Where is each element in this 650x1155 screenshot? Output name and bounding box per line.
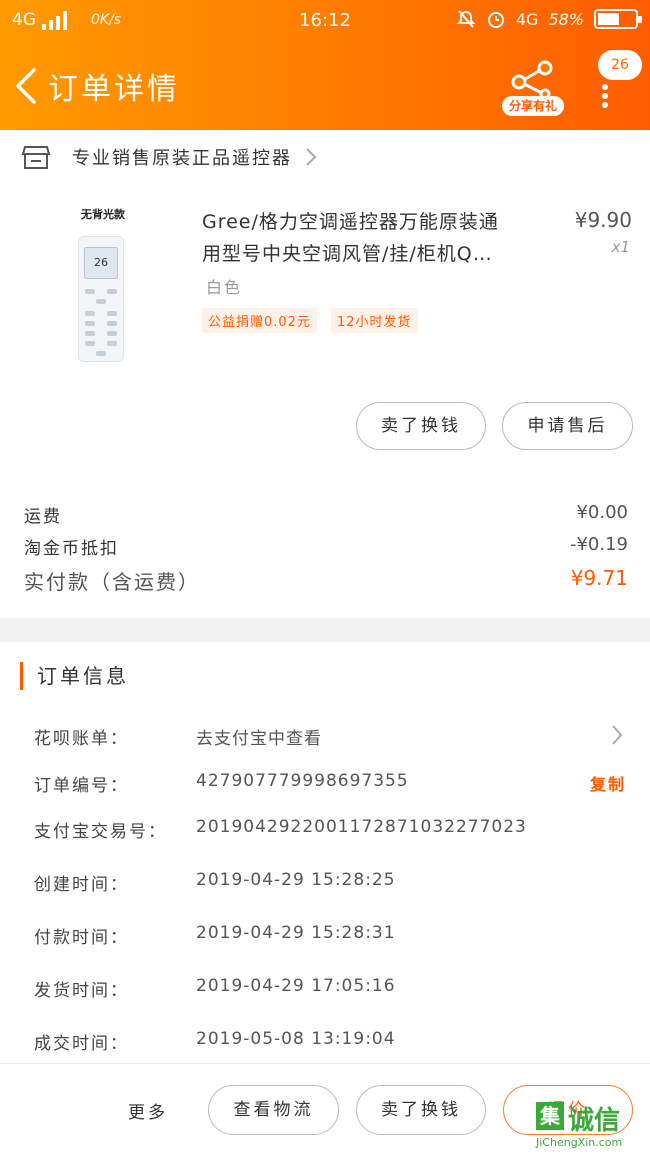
- share-button[interactable]: 分享有礼: [502, 60, 564, 116]
- more-button[interactable]: 更多: [128, 1098, 168, 1123]
- total-label: 实付款（含运费）: [24, 570, 200, 594]
- info-value: 2019-05-08 13:19:04: [196, 1029, 396, 1049]
- more-menu-icon[interactable]: [598, 84, 612, 110]
- product-title-line2: 用型号中央空调风管/挂/柜机Q…: [202, 243, 493, 265]
- product-card[interactable]: 无背光款 26 Gree/格力空调遥控器万能原装通 用型号中央空调风管/挂/柜机…: [0, 190, 650, 390]
- share-icon: [511, 60, 553, 100]
- resell-bottom-button[interactable]: 卖了换钱: [356, 1085, 486, 1135]
- info-value: 2019042922001172871032277023: [196, 817, 527, 837]
- product-image-caption: 无背光款: [81, 208, 125, 221]
- info-label: 发货时间：: [34, 981, 129, 1001]
- shipping-tag: 12小时发货: [330, 308, 418, 333]
- shop-row[interactable]: 专业销售原装正品遥控器: [0, 130, 650, 184]
- copy-button[interactable]: 复制: [590, 771, 626, 795]
- shipped-time-row: 发货时间： 2019-04-29 17:05:16: [0, 976, 650, 1006]
- watermark-url: JiChengXin.com: [536, 1136, 623, 1149]
- total-value: ¥9.71: [570, 566, 628, 590]
- paid-time-row: 付款时间： 2019-04-29 15:28:31: [0, 923, 650, 953]
- product-quantity: x1: [611, 238, 630, 256]
- chevron-right-icon: [306, 148, 317, 166]
- product-tags: 公益捐赠0.02元 12小时发货: [202, 308, 418, 333]
- page-title: 订单详情: [48, 72, 180, 107]
- info-label: 支付宝交易号：: [34, 822, 167, 842]
- after-sales-button[interactable]: 申请售后: [502, 402, 633, 450]
- message-badge[interactable]: 26: [598, 50, 642, 80]
- shop-name: 专业销售原装正品遥控器: [72, 148, 292, 169]
- remote-control-image: 26: [78, 236, 124, 362]
- product-actions: 卖了换钱 申请售后: [0, 402, 650, 452]
- status-bar: 4G 0K/s 16:12 4G 58%: [0, 0, 650, 42]
- alarm-icon: [487, 12, 504, 28]
- info-label: 成交时间：: [34, 1034, 129, 1054]
- share-label: 分享有礼: [502, 96, 564, 116]
- alipay-trade-row: 支付宝交易号： 2019042922001172871032277023: [0, 817, 650, 847]
- fee-label: 运费: [24, 507, 62, 527]
- product-title-line1: Gree/格力空调遥控器万能原装通: [202, 211, 499, 233]
- fee-value: -¥0.19: [569, 534, 628, 555]
- watermark-logo: 集 诚信 JiChengXin.com: [536, 1102, 650, 1155]
- remote-screen: 26: [84, 247, 118, 279]
- product-sku: 白色: [206, 278, 243, 297]
- info-value: 2019-04-29 15:28:31: [196, 923, 396, 943]
- info-value: 去支付宝中查看: [196, 729, 322, 749]
- header-bar: 4G 0K/s 16:12 4G 58% 订单详情 分享有礼 26: [0, 0, 650, 130]
- product-image[interactable]: 无背光款 26: [58, 206, 148, 370]
- info-label: 创建时间：: [34, 875, 129, 895]
- order-info-title: 订单信息: [20, 662, 129, 690]
- back-icon[interactable]: [12, 66, 40, 106]
- product-title[interactable]: Gree/格力空调遥控器万能原装通 用型号中央空调风管/挂/柜机Q…: [202, 206, 547, 270]
- fee-label: 淘金币抵扣: [24, 539, 119, 559]
- info-label: 付款时间：: [34, 928, 129, 948]
- charity-tag: 公益捐赠0.02元: [202, 308, 317, 333]
- section-divider: [0, 618, 650, 642]
- battery-icon: [594, 9, 642, 29]
- info-value: 2019-04-29 17:05:16: [196, 976, 396, 996]
- info-label: 花呗账单：: [34, 729, 129, 749]
- battery-percent: 58%: [548, 9, 584, 29]
- watermark-text: 诚信: [568, 1106, 621, 1136]
- watermark-glyph: 集: [536, 1102, 564, 1130]
- view-logistics-button[interactable]: 查看物流: [208, 1085, 339, 1135]
- order-number-row: 订单编号： 427907779998697355 复制: [0, 771, 650, 801]
- info-label: 订单编号：: [34, 776, 129, 796]
- created-time-row: 创建时间： 2019-04-29 15:28:25: [0, 870, 650, 900]
- network-right-label: 4G: [515, 9, 539, 29]
- info-value: 2019-04-29 15:28:25: [196, 870, 396, 890]
- huabei-bill-row[interactable]: 花呗账单： 去支付宝中查看: [0, 724, 650, 754]
- product-price: ¥9.90: [574, 208, 632, 232]
- mute-icon: [456, 10, 476, 28]
- info-value: 427907779998697355: [196, 771, 409, 791]
- store-icon: [22, 146, 50, 169]
- completed-time-row: 成交时间： 2019-05-08 13:19:04: [0, 1029, 650, 1059]
- fee-value: ¥0.00: [576, 502, 628, 523]
- chevron-right-icon: [612, 725, 623, 745]
- resell-button[interactable]: 卖了换钱: [356, 402, 486, 450]
